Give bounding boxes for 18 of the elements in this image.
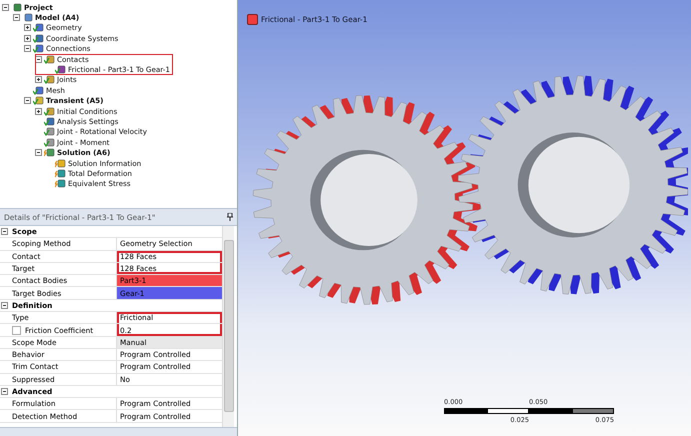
pin-icon[interactable] <box>227 213 233 221</box>
collapse-toggle[interactable] <box>35 149 42 156</box>
expand-toggle[interactable] <box>35 76 42 84</box>
tree-node-icon <box>11 2 22 12</box>
expand-toggle[interactable] <box>35 108 42 115</box>
expand-toggle[interactable] <box>24 24 31 32</box>
parameter-checkbox[interactable] <box>12 326 21 335</box>
expand-toggle[interactable] <box>24 34 31 42</box>
tree-node-icon <box>22 13 33 22</box>
collapse-toggle[interactable] <box>1 228 8 236</box>
collapse-toggle[interactable] <box>35 56 42 63</box>
collapse-toggle[interactable] <box>24 97 31 104</box>
collapse-toggle[interactable] <box>24 45 31 52</box>
collapse-toggle[interactable] <box>1 388 8 395</box>
collapse-toggle[interactable] <box>2 4 9 11</box>
scrollbar[interactable] <box>222 226 234 427</box>
collapse-toggle[interactable] <box>1 302 8 309</box>
collapse-toggle[interactable] <box>13 14 20 22</box>
